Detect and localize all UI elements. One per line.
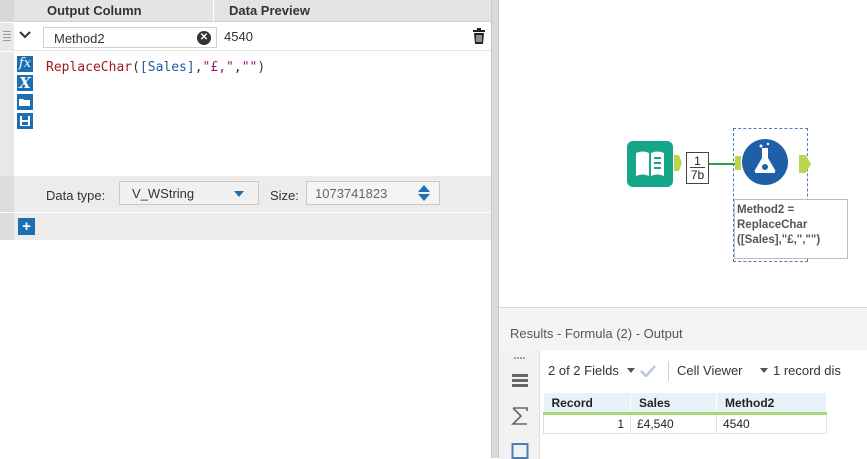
record-count-badge: 1 7b bbox=[686, 152, 709, 184]
record-count-status: 1 record dis bbox=[773, 363, 841, 378]
dropdown-caret-icon[interactable] bbox=[760, 368, 768, 374]
formula-grid-header: Output Column Data Preview bbox=[0, 0, 491, 22]
panel-splitter[interactable] bbox=[491, 0, 499, 458]
sigma-icon[interactable] bbox=[511, 406, 529, 426]
data-type-label: Data type: bbox=[46, 188, 106, 203]
formula-row[interactable]: Method2 ✕ 4540 bbox=[0, 23, 491, 51]
chevron-down-icon[interactable] bbox=[18, 28, 32, 42]
data-rows-icon[interactable] bbox=[511, 372, 529, 390]
column-header[interactable]: Sales bbox=[630, 393, 717, 415]
save-icon[interactable] bbox=[17, 113, 33, 129]
input-data-tool-icon[interactable] bbox=[627, 141, 673, 187]
trash-icon[interactable] bbox=[473, 28, 485, 44]
formula-tool-icon[interactable] bbox=[742, 139, 788, 185]
clear-icon[interactable]: ✕ bbox=[197, 31, 211, 45]
size-label: Size: bbox=[270, 188, 299, 203]
fx-icon[interactable]: fx bbox=[17, 56, 33, 72]
data-type-row: Data type: V_WString Size: 1073741823 bbox=[0, 176, 491, 212]
input-anchor[interactable] bbox=[735, 156, 741, 170]
message-icon[interactable] bbox=[511, 442, 529, 459]
dropdown-caret-icon[interactable] bbox=[627, 368, 635, 374]
add-formula-row: + bbox=[0, 213, 491, 240]
table-cell[interactable]: 1 bbox=[543, 413, 631, 434]
data-type-select[interactable]: V_WString bbox=[119, 181, 259, 205]
add-formula-button[interactable]: + bbox=[18, 218, 35, 235]
spin-up-icon[interactable] bbox=[418, 185, 430, 192]
table-cell[interactable]: 4540 bbox=[716, 413, 827, 434]
data-preview-header[interactable]: Data Preview bbox=[216, 0, 464, 22]
results-toolbar: 2 of 2 Fields Cell Viewer 1 record dis bbox=[543, 358, 867, 384]
table-cell[interactable]: £4,540 bbox=[630, 413, 717, 434]
expression-tools: fx X bbox=[14, 56, 38, 156]
formula-config-panel: Output Column Data Preview Method2 ✕ 454… bbox=[0, 0, 491, 458]
table-header-row: Record Sales Method2 bbox=[543, 393, 827, 415]
results-window: Results - Formula (2) - Output 2 of 2 Fi… bbox=[499, 307, 867, 459]
open-folder-icon[interactable] bbox=[17, 94, 33, 110]
output-column-input[interactable]: Method2 ✕ bbox=[43, 27, 217, 48]
dropdown-caret-icon bbox=[234, 191, 244, 197]
cell-viewer-button[interactable]: Cell Viewer bbox=[677, 363, 743, 378]
checkmark-icon[interactable] bbox=[640, 365, 656, 377]
table-row[interactable]: 1 £4,540 4540 bbox=[543, 413, 827, 434]
results-side-toolbar bbox=[499, 350, 540, 459]
column-header[interactable]: Record bbox=[543, 393, 631, 415]
fields-selector[interactable]: 2 of 2 Fields bbox=[548, 363, 619, 378]
workflow-canvas[interactable]: 1 7b Method2 = ReplaceChar ([Sales],"£,"… bbox=[499, 0, 867, 307]
output-anchor[interactable] bbox=[799, 155, 811, 173]
tool-annotation: Method2 = ReplaceChar ([Sales],"£,","") bbox=[734, 199, 848, 259]
results-title: Results - Formula (2) - Output bbox=[510, 326, 683, 341]
book-icon bbox=[636, 151, 664, 176]
flask-icon bbox=[754, 142, 776, 173]
spin-down-icon[interactable] bbox=[418, 194, 430, 201]
results-body: 2 of 2 Fields Cell Viewer 1 record dis R… bbox=[499, 350, 867, 459]
expression-editor[interactable]: ReplaceChar([Sales],"£,","") bbox=[46, 60, 265, 75]
output-anchor[interactable] bbox=[674, 155, 682, 171]
output-column-header[interactable]: Output Column bbox=[14, 0, 214, 22]
column-header[interactable]: Method2 bbox=[716, 393, 827, 415]
results-table[interactable]: Record Sales Method2 1 £4,540 4540 bbox=[543, 393, 827, 434]
row-drag-handle-icon[interactable] bbox=[0, 23, 14, 51]
grip-dots-icon bbox=[514, 357, 525, 359]
variable-icon[interactable]: X bbox=[17, 75, 33, 91]
connection-wire[interactable] bbox=[709, 163, 736, 165]
data-preview-value: 4540 bbox=[224, 29, 253, 44]
size-input[interactable]: 1073741823 bbox=[306, 181, 440, 205]
